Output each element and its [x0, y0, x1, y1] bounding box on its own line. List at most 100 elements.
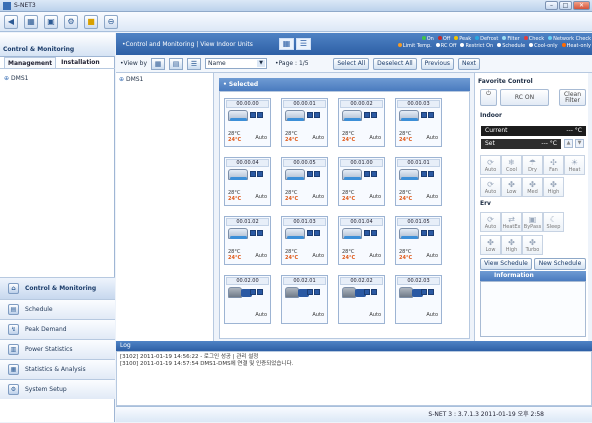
network-icon: ⊕: [4, 75, 10, 82]
legend-item: Restrict On: [460, 43, 493, 50]
indoor-unit-card[interactable]: 00.01.03 28°C 24°C Auto: [281, 216, 328, 265]
temp-up-button[interactable]: ▲: [564, 139, 573, 148]
set-temp: 24°C: [228, 255, 242, 261]
left-panel: Control & Monitoring Management Installa…: [0, 33, 115, 422]
maximize-button[interactable]: □: [559, 1, 572, 10]
indoor-unit-card[interactable]: 00.01.02 28°C 24°C Auto: [224, 216, 271, 265]
tab-installation[interactable]: Installation: [58, 57, 102, 68]
view-grid-icon[interactable]: ▦: [151, 57, 166, 70]
indoor-unit-card[interactable]: 00.01.01 28°C 24°C Auto: [395, 157, 442, 206]
unit-address: 00.00.04: [226, 159, 269, 167]
circle-icon[interactable]: ⊖: [104, 14, 118, 29]
indoor-unit-card[interactable]: 00.00.04 28°C 24°C Auto: [224, 157, 271, 206]
nav-power-statistics[interactable]: ▥ Power Statistics: [0, 339, 115, 359]
status-square-icon: [250, 289, 256, 295]
indoor-unit-card[interactable]: 00.00.00 28°C 24°C Auto: [224, 98, 271, 147]
new-schedule-button[interactable]: New Schedule: [534, 258, 586, 270]
indoor-unit-card[interactable]: 00.01.04 28°C 24°C Auto: [338, 216, 385, 265]
mode-buttons: ⟳ Auto ❄ Cool ☂ Dry ✣ Fan ☀ Heat: [480, 155, 585, 175]
tab-management[interactable]: Management: [4, 57, 57, 68]
folder-icon[interactable]: ■: [84, 14, 98, 29]
indoor-unit-card[interactable]: 00.00.01 28°C 24°C Auto: [281, 98, 328, 147]
indoor-unit-card[interactable]: 00.01.00 28°C 24°C Auto: [338, 157, 385, 206]
sleep-mode-button[interactable]: ☾ Sleep: [543, 212, 564, 232]
indoor-unit-card[interactable]: 00.01.05 28°C 24°C Auto: [395, 216, 442, 265]
close-button[interactable]: ✕: [573, 1, 590, 10]
unit-address: 00.00.00: [226, 100, 269, 108]
indoor-unit-card[interactable]: 00.02.02 Auto: [338, 275, 385, 324]
legend-label: Cool-only: [534, 43, 558, 49]
tree-item-dms1[interactable]: ⊕ DMS1: [119, 76, 143, 83]
status-square-icon: [421, 112, 427, 118]
nav-schedule[interactable]: ▤ Schedule: [0, 299, 115, 319]
sort-select[interactable]: Name ▼: [205, 58, 268, 69]
low-icon: ✤: [508, 180, 515, 189]
dry-mode-button[interactable]: ☂ Dry: [522, 155, 543, 175]
bypass-mode-button[interactable]: ▣ ByPass: [522, 212, 543, 232]
view-tree-icon[interactable]: ▤: [169, 57, 184, 70]
list-view-icon[interactable]: ☰: [296, 38, 311, 50]
unit-address: 00.01.05: [397, 218, 440, 226]
auto-mode-button[interactable]: ⟳ Auto: [480, 155, 501, 175]
legend-label: Network Check: [553, 36, 591, 42]
indoor-unit-card[interactable]: 00.00.03 28°C 24°C Auto: [395, 98, 442, 147]
airflow-icon: [287, 236, 304, 239]
view-schedule-button[interactable]: View Schedule: [480, 258, 532, 270]
turbo-mode-button[interactable]: ✤ Turbo: [522, 235, 543, 255]
low-mode-button[interactable]: ✤ Low: [480, 235, 501, 255]
legend-item: Defrost: [475, 36, 498, 43]
log-title: Log: [120, 342, 131, 349]
chevron-down-icon: ▼: [257, 60, 266, 67]
tree-root[interactable]: ⊕ DMS1: [4, 75, 28, 82]
indoor-unit-card[interactable]: 00.00.02 28°C 24°C Auto: [338, 98, 385, 147]
indoor-unit-card[interactable]: 00.02.00 Auto: [224, 275, 271, 324]
auto-mode-button[interactable]: ⟳ Auto: [480, 177, 501, 197]
nav-control-monitoring[interactable]: ⌂ Control & Monitoring: [0, 277, 115, 299]
med-mode-button[interactable]: ✤ Med: [522, 177, 543, 197]
operation-mode: Auto: [426, 135, 438, 141]
grid-view-icon[interactable]: ▦: [279, 38, 294, 50]
clean-filter-button[interactable]: Clean Filter: [559, 89, 586, 106]
legend-label: Off: [442, 36, 451, 42]
layout-icon[interactable]: ▦: [24, 14, 38, 29]
status-dot-icon: [502, 36, 507, 40]
select-all-button[interactable]: Select All: [333, 57, 370, 70]
heatex-mode-button[interactable]: ⇄ HeatEx: [501, 212, 522, 232]
rc-on-label: RC ON: [514, 94, 535, 101]
minimize-button[interactable]: –: [545, 1, 558, 10]
deselect-all-button[interactable]: Deselect All: [373, 57, 417, 70]
nav-system-setup[interactable]: ⚙ System Setup: [0, 379, 115, 399]
nav-peak-demand[interactable]: ↯ Peak Demand: [0, 319, 115, 339]
back-icon[interactable]: ◀: [4, 14, 18, 29]
temp-down-button[interactable]: ▼: [575, 139, 584, 148]
high-mode-button[interactable]: ✤ High: [501, 235, 522, 255]
high-mode-button[interactable]: ✤ High: [543, 177, 564, 197]
nav-statistics-analysis[interactable]: ▦ Statistics & Analysis: [0, 359, 115, 379]
monitor-icon[interactable]: ▣: [44, 14, 58, 29]
power-button[interactable]: ⏻: [480, 89, 497, 106]
indoor-unit-card[interactable]: 00.02.03 Auto: [395, 275, 442, 324]
next-button[interactable]: Next: [458, 57, 480, 70]
settings-icon[interactable]: ⚙: [64, 14, 78, 29]
fan-mode-button[interactable]: ✣ Fan: [543, 155, 564, 175]
legend-item: Check: [523, 36, 544, 43]
indoor-unit-card[interactable]: 00.00.05 28°C 24°C Auto: [281, 157, 328, 206]
unit-status-icons: [364, 112, 377, 118]
low-mode-button[interactable]: ✤ Low: [501, 177, 522, 197]
rc-on-button[interactable]: RC ON: [500, 89, 549, 106]
previous-button[interactable]: Previous: [420, 57, 455, 70]
view-list-icon[interactable]: ☰: [187, 57, 202, 70]
med-icon: ✤: [529, 180, 536, 189]
auto-mode-button[interactable]: ⟳ Auto: [480, 212, 501, 232]
log-header: Log: [116, 341, 592, 351]
cool-mode-button[interactable]: ❄ Cool: [501, 155, 522, 175]
erv-label: Erv: [480, 200, 491, 207]
mode-label: Low: [485, 247, 496, 253]
status-square-icon: [428, 289, 434, 295]
indoor-unit-card[interactable]: 00.02.01 Auto: [281, 275, 328, 324]
status-square-icon: [257, 171, 263, 177]
heat-mode-button[interactable]: ☀ Heat: [564, 155, 585, 175]
unit-tree: ⊕ DMS1: [116, 73, 214, 341]
set-temp: 24°C: [399, 255, 413, 261]
status-dot-icon: [529, 43, 534, 47]
